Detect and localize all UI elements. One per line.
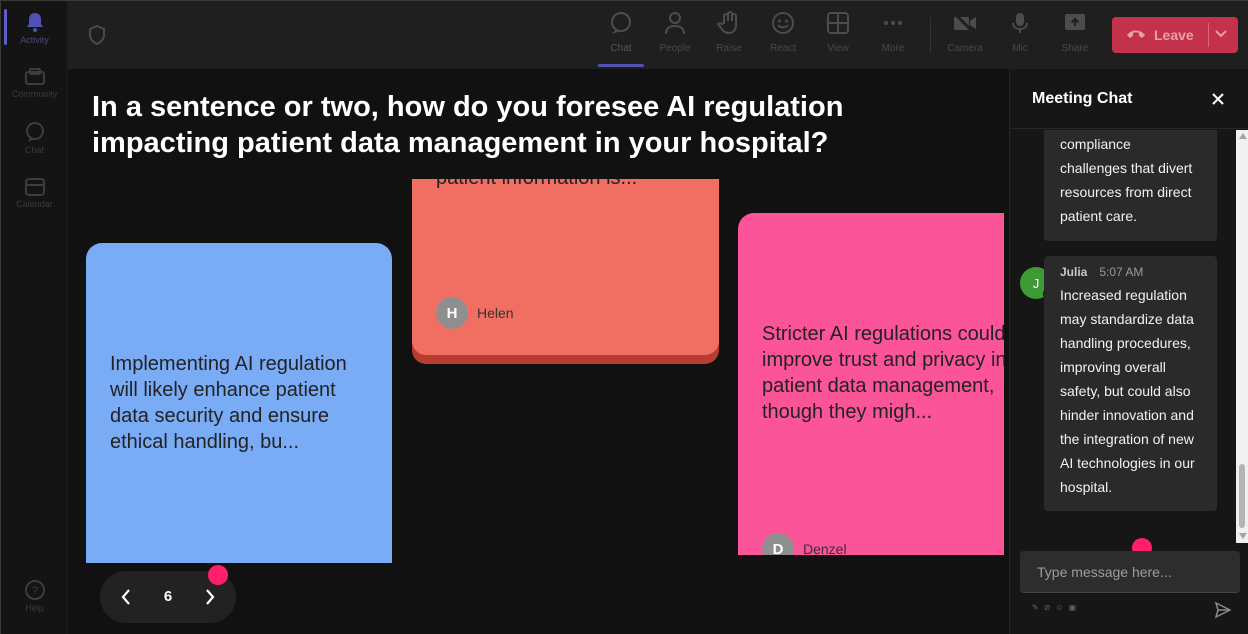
message-time: 5:07 AM xyxy=(1099,265,1144,279)
toolbar-raise-button[interactable]: Raise xyxy=(704,11,754,54)
card-text: Stricter AI regulations could improve tr… xyxy=(762,323,1004,423)
message-input[interactable] xyxy=(1020,551,1240,593)
svg-text:?: ? xyxy=(31,585,37,597)
camera-off-icon xyxy=(953,12,976,35)
card-text: patient information is... xyxy=(436,179,706,191)
scrollbar-thumb[interactable] xyxy=(1239,464,1245,528)
toolbar-share-button[interactable]: Share xyxy=(1050,11,1100,54)
toolbar-more-button[interactable]: More xyxy=(868,11,918,54)
chat-message: compliance challenges that divert resour… xyxy=(1044,130,1217,241)
toolbar-people-button[interactable]: People xyxy=(650,11,700,54)
share-screen-icon xyxy=(1065,14,1085,30)
card-text: Implementing AI regulation will likely e… xyxy=(110,353,347,453)
emoji-icon[interactable]: ☺ xyxy=(1055,603,1063,612)
rail-label: Help xyxy=(25,603,44,613)
shield-icon[interactable] xyxy=(88,25,106,45)
message-meta: Julia 5:07 AM xyxy=(1060,261,1201,283)
send-icon[interactable] xyxy=(1214,601,1232,619)
toolbar-label: Chat xyxy=(610,43,632,54)
response-card[interactable]: Implementing AI regulation will likely e… xyxy=(86,243,392,563)
chat-title: Meeting Chat xyxy=(1032,90,1133,107)
rail-label: Calendar xyxy=(16,199,53,209)
mic-icon xyxy=(1012,13,1028,33)
pointer-dot xyxy=(208,565,228,585)
message-compose-box[interactable] xyxy=(1020,551,1240,593)
format-icon[interactable]: ✎ xyxy=(1032,603,1039,612)
message-text: Increased regulation may standardize dat… xyxy=(1060,287,1195,495)
chat-icon xyxy=(611,12,631,34)
rail-item-help[interactable]: ? Help xyxy=(1,579,68,613)
scroll-up-arrow-icon[interactable] xyxy=(1239,133,1247,139)
leave-divider xyxy=(1208,23,1209,47)
card-author: D Denzel xyxy=(762,533,847,555)
toolbar-camera-button[interactable]: Camera xyxy=(940,11,990,54)
active-tab-indicator xyxy=(598,64,644,67)
rail-label: Community xyxy=(11,89,58,99)
chat-message-list[interactable]: compliance challenges that divert resour… xyxy=(1010,130,1248,543)
raise-hand-icon xyxy=(716,11,737,35)
people-icon xyxy=(665,12,685,35)
toolbar-label: Raise xyxy=(716,43,742,54)
toolbar-label: Camera xyxy=(947,43,983,54)
chevron-right-icon[interactable] xyxy=(202,587,218,607)
toolbar-mic-button[interactable]: Mic xyxy=(995,11,1045,54)
message-text: compliance challenges that divert resour… xyxy=(1060,136,1193,224)
meeting-window: Activity Community Chat Calendar ? Help … xyxy=(0,0,1248,634)
community-icon xyxy=(24,68,45,85)
response-card[interactable]: patient information is... H Helen xyxy=(412,179,719,355)
presentation-stage: In a sentence or two, how do you foresee… xyxy=(68,69,1009,634)
toolbar-label: Mic xyxy=(1012,43,1028,54)
smiley-icon xyxy=(772,12,794,34)
close-icon[interactable] xyxy=(1210,91,1226,107)
author-name: Helen xyxy=(477,305,514,321)
gif-icon[interactable]: ▣ xyxy=(1069,603,1077,612)
author-avatar: H xyxy=(436,297,468,329)
toolbar-chat-button[interactable]: Chat xyxy=(596,11,646,54)
page-number: 6 xyxy=(163,588,173,605)
toolbar-divider xyxy=(930,17,931,53)
author-name: Denzel xyxy=(803,541,847,555)
chat-message: Julia 5:07 AM Increased regulation may st… xyxy=(1044,256,1217,511)
author-avatar: D xyxy=(762,533,794,555)
calendar-icon xyxy=(24,178,45,196)
attach-icon[interactable]: ⊘ xyxy=(1044,603,1051,612)
rail-label: Chat xyxy=(24,145,44,155)
leave-button[interactable]: Leave xyxy=(1112,17,1238,53)
toolbar-label: React xyxy=(769,43,797,54)
bell-icon xyxy=(26,13,43,32)
meeting-chat-panel: Meeting Chat compliance challenges that … xyxy=(1009,69,1248,634)
chat-scrollbar[interactable] xyxy=(1236,130,1248,543)
toolbar-label: More xyxy=(881,43,905,54)
rail-label: Activity xyxy=(20,35,49,45)
toolbar-label: Share xyxy=(1061,43,1089,54)
scroll-down-arrow-icon[interactable] xyxy=(1239,533,1247,539)
message-author: Julia xyxy=(1060,265,1088,279)
chat-header: Meeting Chat xyxy=(1010,69,1248,129)
chevron-down-icon[interactable] xyxy=(1214,29,1228,39)
toolbar-label: People xyxy=(659,43,691,54)
meeting-toolbar: Chat People Raise React View More Camera xyxy=(68,1,1248,69)
toolbar-view-button[interactable]: View xyxy=(813,11,863,54)
rail-item-calendar[interactable]: Calendar xyxy=(1,177,68,209)
card-author: H Helen xyxy=(436,297,514,329)
hang-up-icon xyxy=(1127,30,1145,38)
response-card[interactable]: Stricter AI regulations could improve tr… xyxy=(738,213,1004,555)
more-dots-icon xyxy=(884,21,902,25)
question-title: In a sentence or two, how do you foresee… xyxy=(92,91,844,159)
leave-label: Leave xyxy=(1154,27,1194,43)
compose-toolbar: ✎ ⊘ ☺ ▣ xyxy=(1032,603,1076,612)
toolbar-react-button[interactable]: React xyxy=(758,11,808,54)
app-rail: Activity Community Chat Calendar ? Help xyxy=(1,1,68,634)
chat-bubble-icon xyxy=(25,122,44,142)
rail-item-chat[interactable]: Chat xyxy=(1,121,68,155)
chevron-left-icon[interactable] xyxy=(118,587,134,607)
help-icon: ? xyxy=(24,580,45,600)
rail-item-activity[interactable]: Activity xyxy=(1,11,68,45)
toolbar-label: View xyxy=(827,43,849,54)
rail-item-community[interactable]: Community xyxy=(1,67,68,99)
grid-view-icon xyxy=(827,12,849,34)
